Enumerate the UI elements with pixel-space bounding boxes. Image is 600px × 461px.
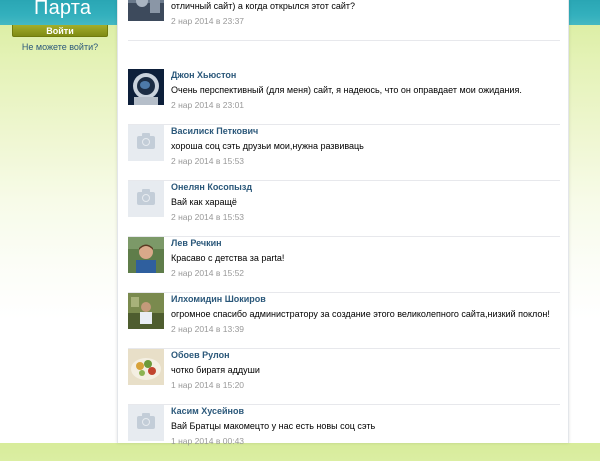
- site-logo[interactable]: Парта: [34, 0, 91, 20]
- comment-date[interactable]: 2 нар 2014 в 23:37: [171, 16, 244, 26]
- comment-author-link[interactable]: Джон Хьюстон: [171, 70, 236, 80]
- comment-text: Вай Братцы макомецто у нас есть новы соц…: [171, 421, 376, 431]
- comment-text: Очень перспективный (для меня) сайт, я н…: [171, 85, 522, 95]
- comment-author-link[interactable]: Обоев Рулон: [171, 350, 230, 360]
- camera-icon: [137, 189, 155, 205]
- comment-item: Джон Хьюстон Очень перспективный (для ме…: [118, 69, 570, 125]
- user-avatar[interactable]: [128, 69, 164, 105]
- comment-date[interactable]: 2 нар 2014 в 13:39: [171, 324, 244, 334]
- user-avatar[interactable]: [128, 405, 164, 441]
- comment-date[interactable]: 2 нар 2014 в 15:53: [171, 156, 244, 166]
- comment-author-link[interactable]: Касим Хусейнов: [171, 406, 244, 416]
- comment-item: Лев Речкин Красаво с детства за parta! 2…: [118, 237, 570, 293]
- user-avatar[interactable]: [128, 293, 164, 329]
- comment-text: чотко биратя аддуши: [171, 365, 260, 375]
- comment-text: Вай как харащё: [171, 197, 237, 207]
- comment-date[interactable]: 1 нар 2014 в 00:43: [171, 436, 244, 446]
- comment-item: Обоев Рулон чотко биратя аддуши 1 нар 20…: [118, 349, 570, 405]
- comment-date[interactable]: 2 нар 2014 в 23:01: [171, 100, 244, 110]
- comment-text: отличный сайт) а когда открылся этот сай…: [171, 1, 355, 11]
- comment-text: огромное спасибо администратору за созда…: [171, 309, 550, 319]
- camera-icon: [137, 413, 155, 429]
- comment-author-link[interactable]: Василиск Петкович: [171, 126, 258, 136]
- user-avatar[interactable]: [128, 0, 164, 21]
- camera-icon: [137, 133, 155, 149]
- comment-item: Василиск Петкович хороша соц сэть друзьи…: [118, 125, 570, 181]
- comment-date[interactable]: 1 нар 2014 в 15:20: [171, 380, 244, 390]
- cant-login-link[interactable]: Не можете войти?: [0, 42, 120, 52]
- comment-text: Красаво с детства за parta!: [171, 253, 285, 263]
- comment-date[interactable]: 2 нар 2014 в 15:52: [171, 268, 244, 278]
- user-avatar[interactable]: [128, 349, 164, 385]
- comment-author-link[interactable]: Илхомидин Шокиров: [171, 294, 266, 304]
- comment-text: хороша соц сэть друзьи мои,нужна развива…: [171, 141, 364, 151]
- comment-item: Илхомидин Шокиров огромное спасибо админ…: [118, 293, 570, 349]
- user-avatar[interactable]: [128, 181, 164, 217]
- comment-item: Касим Хусейнов Вай Братцы макомецто у на…: [118, 405, 570, 461]
- comment-item: Онелян Косопызд Вай как харащё 2 нар 201…: [118, 181, 570, 237]
- comment-author-link[interactable]: Онелян Косопызд: [171, 182, 252, 192]
- user-avatar[interactable]: [128, 125, 164, 161]
- comment-author-link[interactable]: Лев Речкин: [171, 238, 222, 248]
- divider: [128, 40, 560, 41]
- user-avatar[interactable]: [128, 237, 164, 273]
- comment-item: отличный сайт) а когда открылся этот сай…: [118, 0, 570, 41]
- login-button[interactable]: Войти: [12, 25, 108, 37]
- comments-feed: отличный сайт) а когда открылся этот сай…: [117, 0, 570, 446]
- comment-date[interactable]: 2 нар 2014 в 15:53: [171, 212, 244, 222]
